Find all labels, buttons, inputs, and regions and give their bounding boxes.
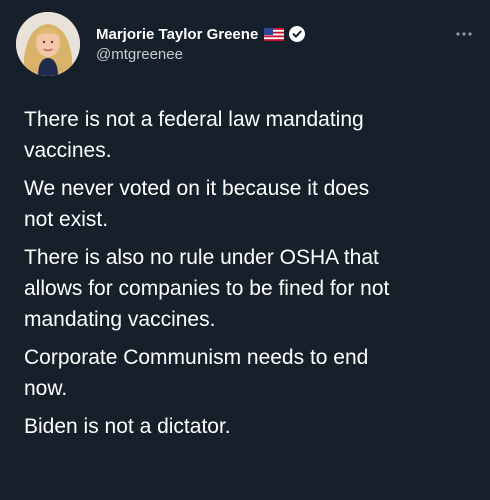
- tweet-body: There is not a federal law mandating vac…: [24, 104, 470, 449]
- author-name-row: Marjorie Taylor Greene: [96, 24, 306, 44]
- us-flag-icon: [264, 27, 285, 41]
- verified-badge-icon: [289, 26, 306, 42]
- author-display-name[interactable]: Marjorie Taylor Greene: [96, 26, 258, 43]
- tweet-card: Marjorie Taylor Greene @mtgreenee There …: [0, 0, 490, 500]
- author-handle[interactable]: @mtgreenee: [96, 46, 305, 63]
- tweet-paragraph: There is also no rule under OSHA that al…: [24, 246, 390, 331]
- tweet-header: Marjorie Taylor Greene @mtgreenee: [16, 12, 474, 76]
- more-options-icon[interactable]: [454, 28, 474, 40]
- tweet-paragraph: Corporate Communism needs to end now.: [24, 346, 369, 400]
- tweet-paragraph: Biden is not a dictator.: [24, 415, 231, 438]
- tweet-paragraph: We never voted on it because it does not…: [24, 177, 370, 231]
- avatar-image: [16, 12, 80, 76]
- tweet-paragraph: There is not a federal law mandating vac…: [24, 108, 364, 162]
- author-block: Marjorie Taylor Greene @mtgreenee: [96, 24, 306, 63]
- avatar[interactable]: [16, 12, 80, 76]
